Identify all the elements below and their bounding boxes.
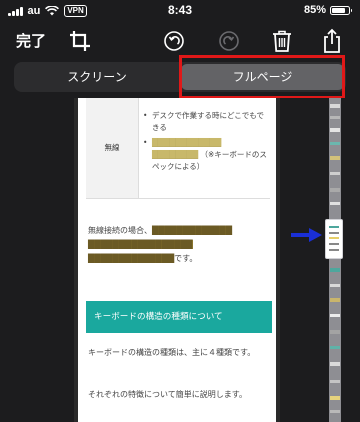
tab-full-page[interactable]: フルページ: [181, 64, 344, 90]
spec-label: 無線: [104, 143, 120, 152]
spec-item-text: デスクで作業する時にどこでもできる: [152, 111, 264, 132]
markup-toolbar: 完了: [0, 24, 360, 58]
section-heading: キーボードの構造の種類について: [86, 301, 272, 333]
capture-mode-segmented-control: スクリーン フルページ: [14, 62, 346, 92]
done-button[interactable]: 完了: [16, 30, 46, 51]
crop-icon[interactable]: [66, 27, 94, 55]
paragraph-wireless: 無線接続の場合、█████████████ █████████████████ …: [88, 224, 268, 266]
trash-icon[interactable]: [268, 27, 296, 55]
redacted-marker: ██████████████: [88, 254, 175, 263]
full-page-preview[interactable]: 無線 デスクで作業する時にどこでもできる ████████████ ██████…: [78, 98, 276, 422]
spec-item-redacted: ████████████ ████████ （※キーボードのスペックによる）: [142, 137, 270, 173]
spec-item: デスクで作業する時にどこでもできる: [142, 110, 270, 134]
redacted-text: ████████████: [152, 138, 222, 147]
tab-screen[interactable]: スクリーン: [16, 64, 178, 90]
undo-icon[interactable]: [160, 27, 188, 55]
redacted-marker: █████████████████: [88, 240, 193, 249]
redacted-marker: █████████████: [152, 226, 232, 235]
status-right: 85%: [303, 4, 352, 16]
paragraph-tail: です。: [174, 254, 198, 263]
redacted-text: ████████: [152, 150, 199, 159]
battery-icon: [330, 5, 352, 15]
blue-arrow-annotation: [291, 228, 322, 242]
spec-list: デスクで作業する時にどこでもできる ████████████ ████████ …: [142, 110, 270, 176]
page-thumbnail-strip[interactable]: [329, 98, 341, 422]
redo-icon[interactable]: [215, 27, 243, 55]
screenshot-editor: au VPN 8:43 85% 完了 スクリーン フルページ 無線 • デスクで…: [0, 0, 360, 422]
battery-level-fill: [332, 7, 346, 13]
spec-table: 無線 デスクで作業する時にどこでもできる ████████████ ██████…: [86, 98, 270, 199]
status-bar: au VPN 8:43 85%: [0, 0, 360, 22]
paragraph-lead: 無線接続の場合、: [88, 226, 152, 235]
current-page-thumbnail[interactable]: [325, 219, 343, 259]
paragraph-keyboard-types: キーボードの構造の種類は、主に４種類です。: [88, 348, 256, 357]
share-icon[interactable]: [318, 27, 346, 55]
paragraph-explanation: それぞれの特徴について簡単に説明します。: [88, 390, 247, 399]
spec-label-cell: 無線: [86, 98, 139, 198]
battery-percent: 85%: [303, 4, 326, 16]
page-shadow-right: [276, 98, 280, 422]
